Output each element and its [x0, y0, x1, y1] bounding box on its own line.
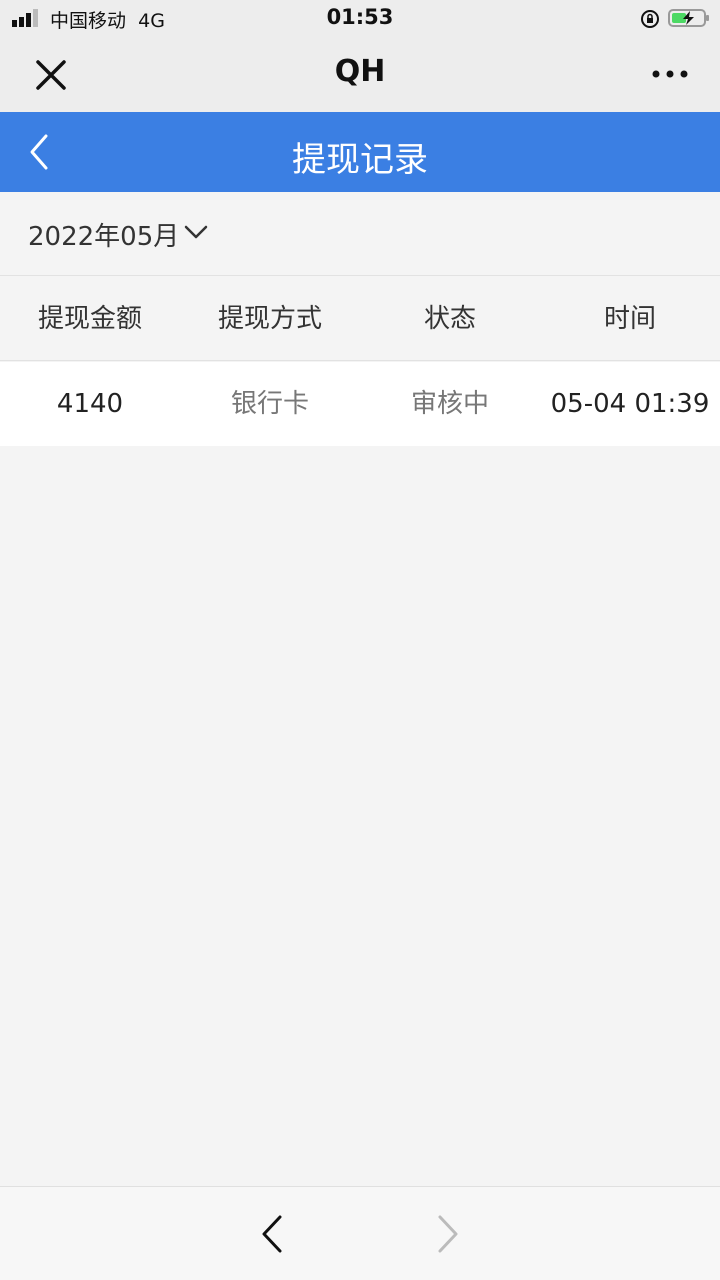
- status-bar: 中国移动 4G 01:53: [0, 0, 720, 36]
- cell-status: 审核中: [410, 389, 489, 419]
- more-dots-icon[interactable]: [648, 62, 692, 86]
- cell-amount: 4140: [56, 389, 124, 419]
- column-header-method: 提现方式: [217, 304, 322, 334]
- orientation-lock-icon: [641, 10, 659, 28]
- page-title: 提现记录: [292, 140, 428, 180]
- table-row[interactable]: 4140 银行卡 审核中 05-04 01:39: [0, 362, 720, 446]
- cell-time: 05-04 01:39: [550, 389, 710, 419]
- browser-title-bar: QH: [0, 36, 720, 112]
- month-filter[interactable]: 2022年05月: [0, 192, 720, 276]
- bottom-nav-bar: [0, 1186, 720, 1280]
- app-title: QH: [334, 54, 386, 89]
- chevron-down-icon[interactable]: [182, 218, 210, 246]
- cell-method: 银行卡: [230, 389, 309, 419]
- status-clock: 01:53: [326, 5, 394, 29]
- column-header-status: 状态: [423, 304, 476, 334]
- column-header-time: 时间: [603, 304, 656, 334]
- table-header: 提现金额 提现方式 状态 时间: [0, 277, 720, 361]
- battery-charging-icon: [668, 9, 709, 27]
- month-selector-label[interactable]: 2022年05月: [28, 216, 179, 253]
- page-header: 提现记录: [0, 112, 720, 192]
- column-header-amount: 提现金额: [37, 304, 142, 334]
- chevron-left-icon[interactable]: [254, 1213, 290, 1255]
- chevron-right-icon[interactable]: [430, 1213, 466, 1255]
